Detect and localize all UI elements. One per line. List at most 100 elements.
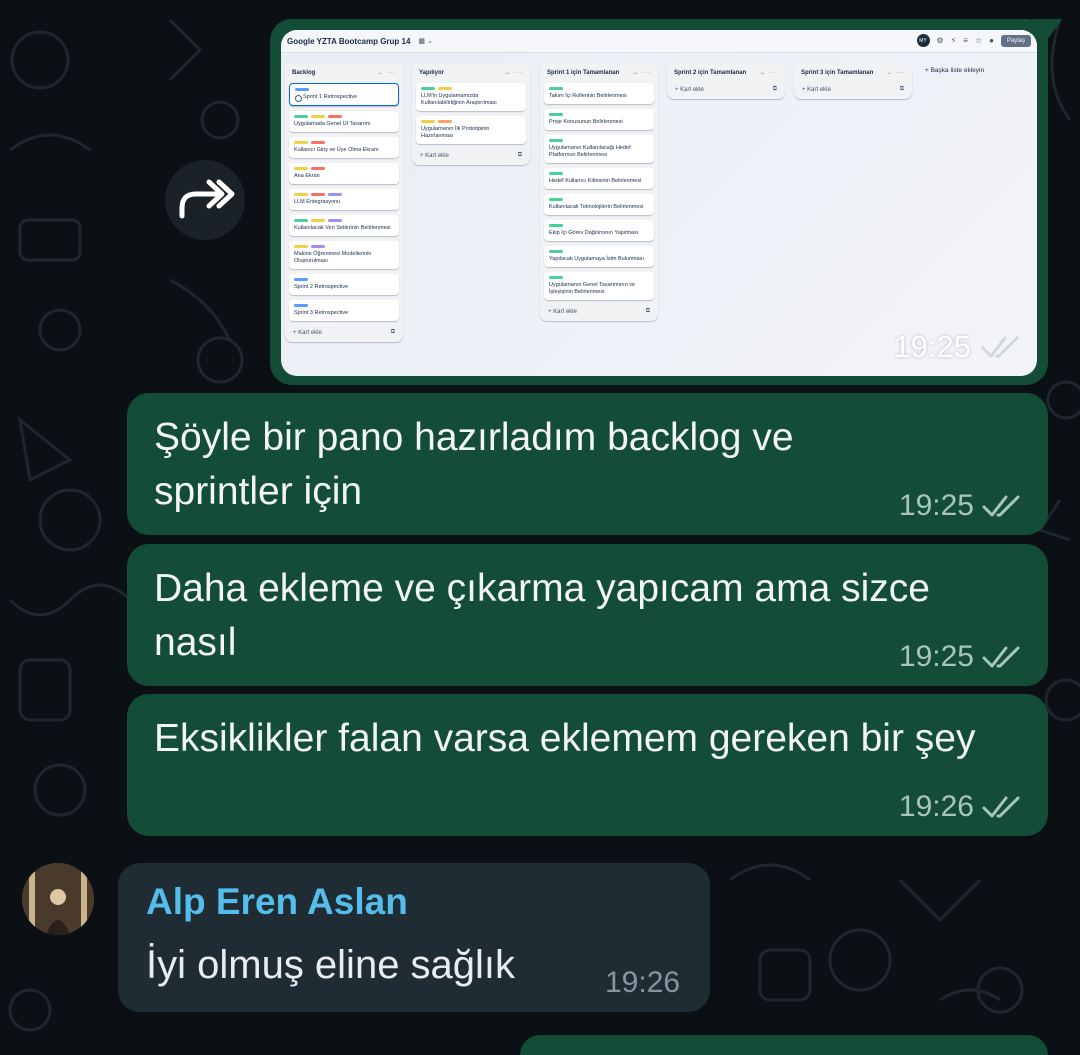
avatar-photo — [22, 863, 94, 935]
card-title: Ekip İçi Görev Dağılımının Yapılması — [549, 230, 639, 236]
message-text: İyi olmuş eline sağlık — [146, 943, 516, 987]
card-title: Hedef Kullanıcı Kitlesinin Belirlenmesi — [549, 178, 642, 184]
message-time: 19:25 — [898, 640, 974, 673]
board-card: Sprint 3 Retrospective — [289, 300, 399, 321]
outgoing-message[interactable]: Şöyle bir pano hazırladım backlog ve spr… — [127, 393, 1048, 535]
double-check-icon — [982, 796, 1020, 818]
card-label — [549, 87, 563, 90]
list-menu-icon: ↔ ··· — [632, 70, 651, 76]
add-card-label: + Kart ekle — [675, 86, 704, 93]
card-title: LLM Entegrasyonu — [294, 199, 341, 205]
member-avatar: MY — [916, 34, 930, 47]
card-label — [328, 193, 342, 196]
card-label — [549, 276, 563, 279]
add-card-button: + Kart ekle ⧉ — [667, 83, 785, 99]
card-labels — [549, 276, 649, 279]
card-label — [438, 120, 452, 123]
card-title: Makine Öğrenmesi Modellerinin Oluşturulm… — [294, 251, 372, 264]
card-label — [294, 115, 308, 118]
image-message[interactable]: Google YZTA Bootcamp Grup 14 ▦ ⌄ MY ⚙ ⚡ … — [270, 19, 1062, 385]
card-title: Sprint 2 Retrospective — [294, 284, 349, 290]
card-labels — [294, 115, 394, 118]
board-card: LLM'in Uygulamamızda Kullanılabilirliğin… — [416, 83, 526, 111]
board-card: Proje Konusunun Belirlenmesi — [544, 109, 654, 130]
card-label — [549, 139, 563, 142]
card-labels — [294, 219, 394, 222]
card-title: Proje Konusunun Belirlenmesi — [549, 119, 623, 125]
card-labels — [549, 224, 649, 227]
card-label — [311, 115, 325, 118]
message-meta: 19:26 — [899, 790, 1022, 824]
list-menu-icon: ↔ ··· — [377, 70, 396, 76]
card-labels — [421, 120, 521, 123]
list-title: Yapılıyor — [419, 70, 445, 76]
automation-icon: ⚡ — [950, 36, 957, 45]
card-template-icon: ⧉ — [517, 152, 522, 158]
board-card: Kullanılacak Teknolojilerin Belirlenmesi — [544, 194, 654, 215]
star-icon: ☆ — [974, 36, 983, 45]
card-complete-circle-icon — [295, 95, 302, 102]
add-card-button: + Kart ekle ⧉ — [540, 305, 658, 321]
card-title: Sprint 3 Retrospective — [294, 310, 349, 316]
card-labels — [549, 87, 649, 90]
card-title: Yapılacak Uygulamaya İsim Bulunması — [549, 256, 644, 262]
card-label — [294, 219, 308, 222]
power-ups-icon: ⚙ — [936, 36, 944, 45]
card-labels — [294, 141, 394, 144]
message-meta: 19:25 — [899, 489, 1022, 523]
card-template-icon: ⧉ — [645, 308, 650, 314]
share-button: Paylaş — [1000, 34, 1031, 47]
board-list: Sprint 3 için Tamamlanan ↔ ··· + Kart ekle… — [794, 63, 912, 99]
board-card: Yapılacak Uygulamaya İsim Bulunması — [544, 246, 654, 267]
card-title: Uygulamanın İlk Prototipinin Hazırlanmas… — [421, 126, 490, 139]
message-time: 19:25 — [893, 329, 971, 364]
card-title: Kullanılacak Veri Setlerinin Belirlenmes… — [294, 225, 391, 231]
incoming-message[interactable]: Alp Eren Aslan İyi olmuş eline sağlık 19… — [118, 863, 710, 1012]
card-label — [549, 250, 563, 253]
board-card: Hedef Kullanıcı Kitlesinin Belirlenmesi — [544, 168, 654, 189]
card-labels — [549, 198, 649, 201]
forward-button[interactable] — [165, 160, 245, 240]
add-card-button: + Kart ekle ⧉ — [794, 83, 912, 99]
outgoing-message[interactable]: Daha ekleme ve çıkarma yapıcam ama sizce… — [127, 544, 1048, 686]
board-card: Ana Ekran — [289, 163, 399, 184]
card-label — [294, 245, 308, 248]
card-title: Uygulamada Genel UI Tasarımı — [294, 121, 371, 127]
list-title: Sprint 3 için Tamamlanan — [801, 70, 874, 76]
add-card-label: + Kart ekle — [420, 152, 449, 159]
board-card: Uygulamada Genel UI Tasarımı — [289, 111, 399, 132]
board-topbar: Google YZTA Bootcamp Grup 14 ▦ ⌄ MY ⚙ ⚡ … — [281, 30, 1037, 53]
message-meta: 19:25 — [899, 640, 1022, 674]
filter-icon: ≡ — [963, 36, 968, 45]
card-label — [311, 193, 325, 196]
card-label — [438, 87, 452, 90]
double-check-icon — [982, 495, 1020, 517]
board-card: Kullanıcı Giriş ve Üye Olma Ekranı — [289, 137, 399, 158]
add-card-button: + Kart ekle ⧉ — [285, 326, 403, 342]
card-template-icon: ⧉ — [390, 329, 395, 335]
add-card-label: + Kart ekle — [293, 329, 322, 336]
board-list: Yapılıyor ↔ ··· LLM'in Uygulamamızda Kulla… — [412, 63, 530, 165]
card-label — [294, 193, 308, 196]
trello-board-screenshot[interactable]: Google YZTA Bootcamp Grup 14 ▦ ⌄ MY ⚙ ⚡ … — [281, 30, 1037, 376]
outgoing-message[interactable]: Eksiklikler falan varsa eklemem gereken … — [127, 694, 1048, 836]
card-label — [549, 172, 563, 175]
sender-avatar[interactable] — [22, 863, 94, 935]
board-card: Ekip İçi Görev Dağılımının Yapılması — [544, 220, 654, 241]
card-title: Sprint 1 Retrospective — [303, 94, 358, 100]
card-labels — [294, 167, 394, 170]
card-title: LLM'in Uygulamamızda Kullanılabilirliğin… — [421, 93, 497, 106]
board-card: Sprint 2 Retrospective — [289, 274, 399, 295]
list-header: Yapılıyor ↔ ··· — [412, 63, 530, 83]
board-card: Makine Öğrenmesi Modellerinin Oluşturulm… — [289, 241, 399, 269]
card-label — [328, 115, 342, 118]
card-label — [295, 88, 309, 91]
card-title: Ana Ekran — [294, 173, 320, 179]
card-labels — [549, 172, 649, 175]
next-message-edge — [520, 1035, 1048, 1055]
image-message-meta: 19:25 — [893, 329, 1021, 365]
board-title: Google YZTA Bootcamp Grup 14 — [287, 36, 411, 46]
sender-name[interactable]: Alp Eren Aslan — [146, 881, 408, 923]
list-menu-icon: ↔ ··· — [504, 70, 523, 76]
card-labels — [549, 250, 649, 253]
